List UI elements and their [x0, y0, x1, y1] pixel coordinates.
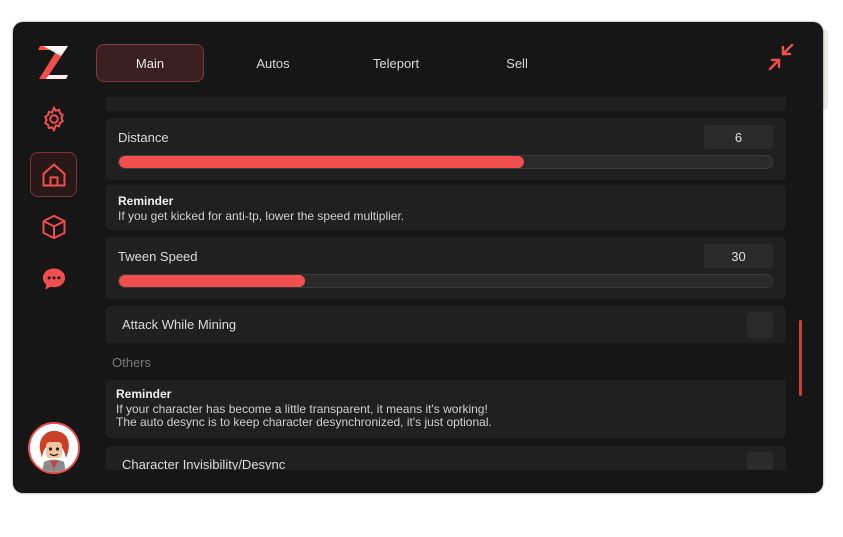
slider-tween-speed: Tween Speed 30: [106, 237, 786, 299]
cut-off-card: [106, 97, 786, 111]
toggle-character-invisibility[interactable]: Character Invisibility/Desync: [106, 446, 786, 470]
toggle-checkbox[interactable]: [747, 452, 773, 470]
slider-track[interactable]: [118, 274, 773, 288]
app-window: Main Autos Teleport Sell Distance 6 Remi…: [13, 22, 823, 493]
scrollbar-thumb[interactable]: [799, 320, 802, 396]
minimize-arrows-icon[interactable]: [766, 42, 796, 72]
slider-fill: [119, 156, 524, 168]
sidebar-item-home[interactable]: [30, 152, 77, 197]
slider-label: Distance: [118, 130, 169, 145]
sidebar-item-chat[interactable]: [30, 256, 77, 301]
toggle-label: Attack While Mining: [122, 317, 237, 332]
sidebar-item-settings[interactable]: [30, 96, 77, 141]
toggle-checkbox[interactable]: [747, 312, 773, 338]
cube-icon: [42, 214, 65, 239]
main-content[interactable]: Distance 6 Reminder If you get kicked fo…: [94, 97, 797, 470]
tab-teleport[interactable]: Teleport: [342, 44, 450, 82]
gear-icon: [43, 105, 64, 132]
tab-autos[interactable]: Autos: [219, 44, 327, 82]
reminder-text: If you get kicked for anti-tp, lower the…: [118, 209, 405, 223]
slider-value-box[interactable]: 30: [704, 244, 773, 268]
reminder-card: Reminder If you get kicked for anti-tp, …: [106, 185, 786, 230]
tab-bar: Main Autos Teleport Sell: [96, 44, 746, 84]
avatar-character-icon: [30, 424, 78, 472]
home-icon: [42, 163, 65, 186]
z-logo-icon: [38, 46, 68, 79]
tab-sell[interactable]: Sell: [463, 44, 571, 82]
slider-value-box[interactable]: 6: [704, 125, 773, 149]
toggle-label: Character Invisibility/Desync: [122, 457, 286, 470]
tab-main[interactable]: Main: [96, 44, 204, 82]
avatar[interactable]: [28, 422, 80, 474]
slider-fill: [119, 275, 306, 287]
chat-icon: [42, 268, 65, 289]
reminder-text-line: The auto desync is to keep character des…: [116, 415, 492, 429]
toggle-attack-while-mining[interactable]: Attack While Mining: [106, 306, 786, 343]
slider-track[interactable]: [118, 155, 773, 169]
section-heading-others: Others: [112, 355, 152, 370]
slider-label: Tween Speed: [118, 249, 198, 264]
reminder-title: Reminder: [116, 387, 172, 401]
sidebar-item-items[interactable]: [30, 204, 77, 249]
sidebar: [13, 22, 95, 493]
reminder-card: Reminder If your character has become a …: [106, 380, 786, 438]
slider-distance: Distance 6: [106, 118, 786, 180]
reminder-title: Reminder: [118, 194, 174, 208]
